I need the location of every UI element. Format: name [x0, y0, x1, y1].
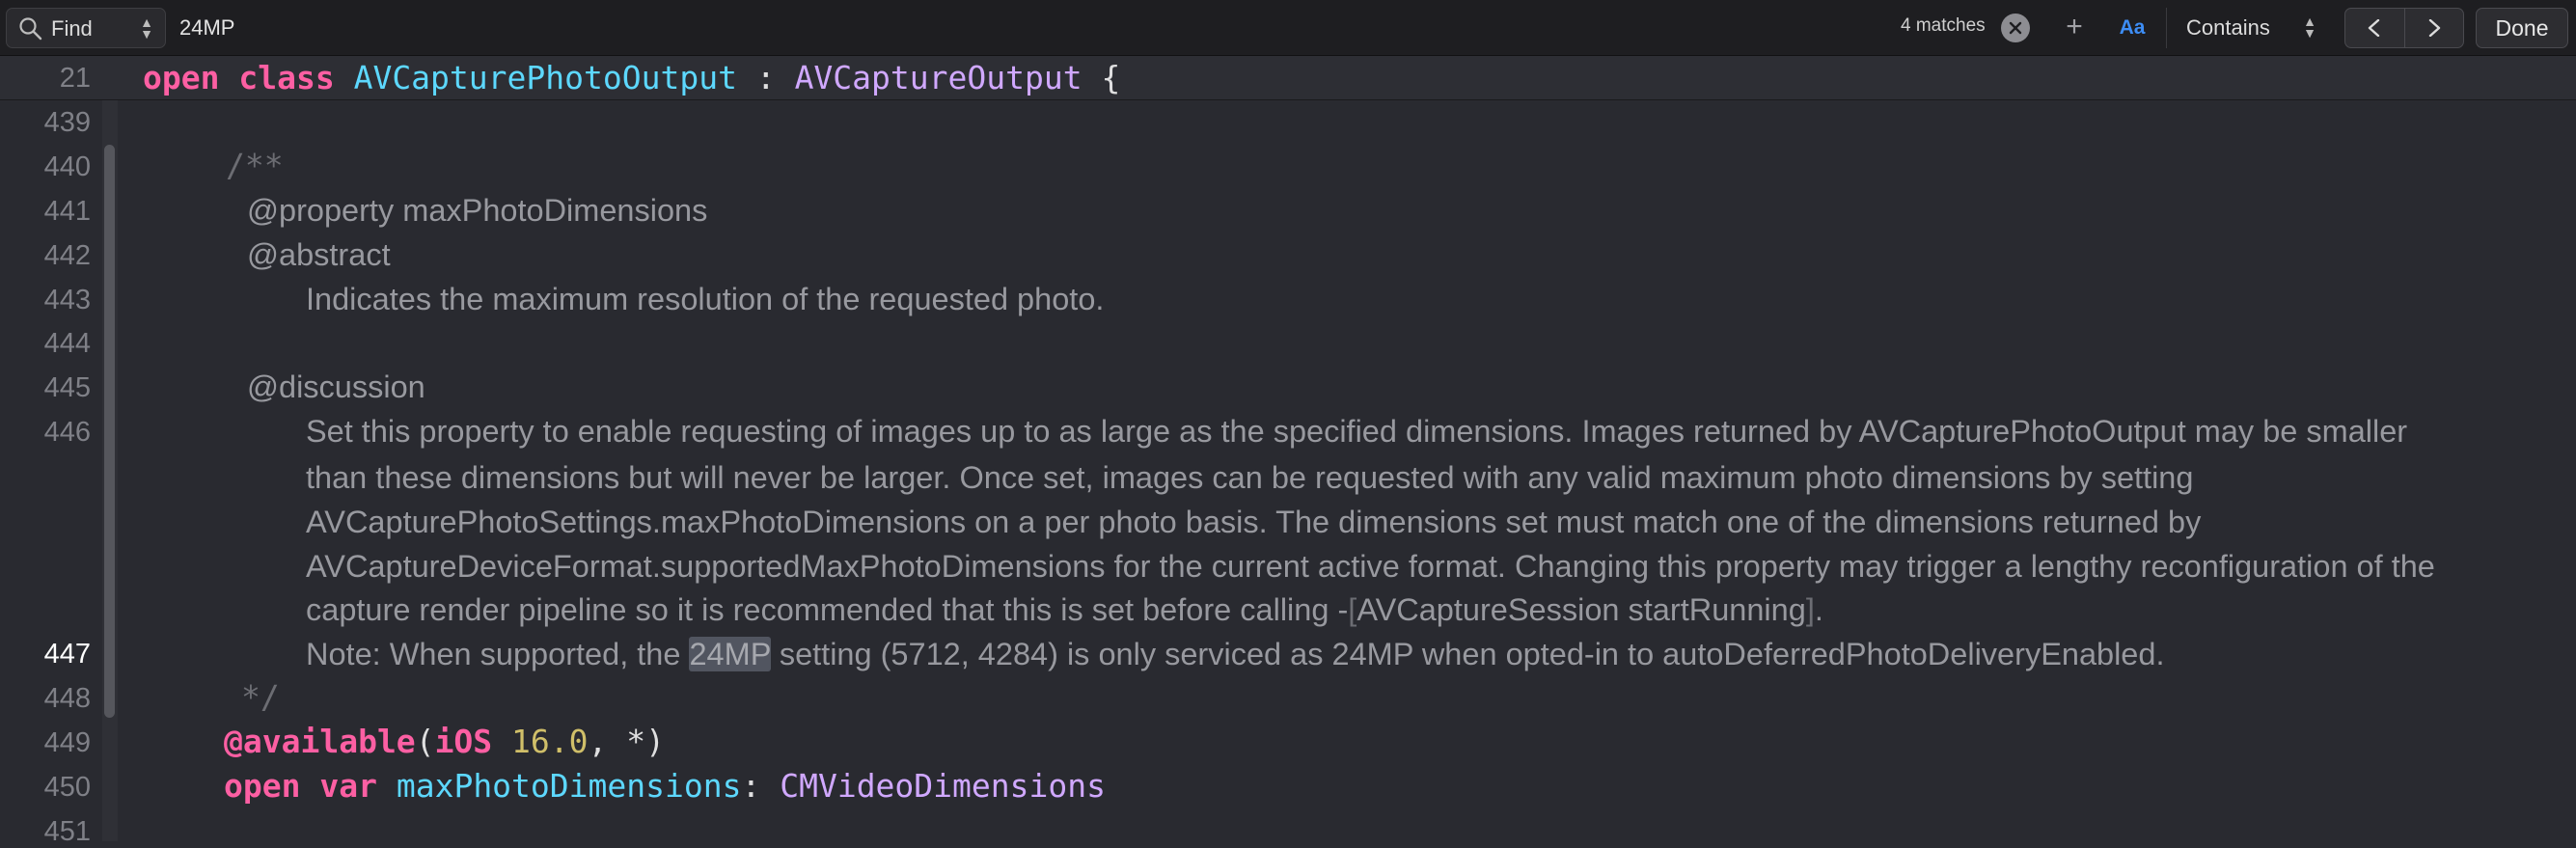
available-attribute-line: @available(iOS 16.0, *): [224, 723, 666, 760]
previous-match-button[interactable]: [2345, 9, 2405, 47]
line-number: 439: [43, 107, 91, 138]
magnifier-icon: [19, 17, 42, 41]
line-number: 450: [43, 772, 91, 803]
line-number: 449: [43, 727, 91, 758]
find-mode-popup[interactable]: Find ▲ ▼: [6, 8, 166, 48]
line-number: 446: [43, 417, 91, 448]
doc-property-line: @property maxPhotoDimensions: [247, 193, 708, 228]
line-number: 440: [43, 151, 91, 182]
doc-note-line: Note: When supported, the 24MP setting (…: [306, 637, 2165, 671]
search-input[interactable]: [172, 8, 2043, 48]
line-number: 441: [43, 196, 91, 227]
search-match-highlight[interactable]: 24MP: [689, 637, 771, 671]
doc-discussion-line: Set this property to enable requesting o…: [306, 414, 2408, 449]
doc-comment-close: */: [241, 678, 280, 716]
doc-render-line: capture render pipeline so it is recomme…: [306, 592, 1823, 627]
updown-chevron-icon: ▲ ▼: [2303, 14, 2316, 41]
chevron-left-icon: [2368, 19, 2380, 37]
line-number: 444: [43, 328, 91, 359]
doc-discussion-line: than these dimensions but will never be …: [306, 460, 2194, 495]
done-button[interactable]: Done: [2476, 8, 2568, 48]
line-number: 448: [43, 683, 91, 714]
line-number: 21: [59, 63, 91, 94]
sticky-scope-header[interactable]: 21 open class AVCapturePhotoOutput : AVC…: [0, 56, 2576, 100]
line-number: 442: [43, 240, 91, 271]
match-type-popup[interactable]: Contains ▲ ▼: [2166, 8, 2330, 48]
line-number-current: 447: [43, 639, 91, 670]
doc-discussion-line: AVCapturePhotoSettings.maxPhotoDimension…: [306, 505, 2202, 539]
doc-abstract-tag: @abstract: [247, 237, 391, 272]
find-mode-label: Find: [51, 16, 93, 41]
add-pattern-button[interactable]: +: [2058, 8, 2091, 48]
match-navigation: [2344, 8, 2464, 48]
scroll-thumb[interactable]: [104, 145, 115, 718]
sticky-code-line: open class AVCapturePhotoOutput : AVCapt…: [143, 59, 1121, 96]
match-type-label: Contains: [2186, 15, 2270, 40]
close-icon: [2009, 21, 2022, 35]
updown-chevron-icon: ▲ ▼: [140, 14, 153, 41]
clear-search-button[interactable]: [2001, 14, 2030, 42]
match-count: 4 matches: [1901, 15, 1986, 36]
line-number: 445: [43, 372, 91, 403]
find-bar: Find ▲▼ 4 matches + Aa Contains ▲▼ Done: [0, 0, 2576, 56]
property-declaration-line: open var maxPhotoDimensions: CMVideoDime…: [224, 767, 1106, 805]
doc-comment-open: /**: [226, 147, 284, 184]
line-number: 443: [43, 285, 91, 315]
doc-discussion-line: AVCaptureDeviceFormat.supportedMaxPhotoD…: [306, 549, 2435, 584]
line-number: 451: [43, 816, 91, 847]
chevron-right-icon: [2428, 19, 2441, 37]
next-match-button[interactable]: [2405, 9, 2464, 47]
match-case-toggle[interactable]: Aa: [2113, 14, 2151, 42]
doc-discussion-tag: @discussion: [247, 369, 425, 404]
doc-abstract-text: Indicates the maximum resolution of the …: [306, 282, 1105, 316]
